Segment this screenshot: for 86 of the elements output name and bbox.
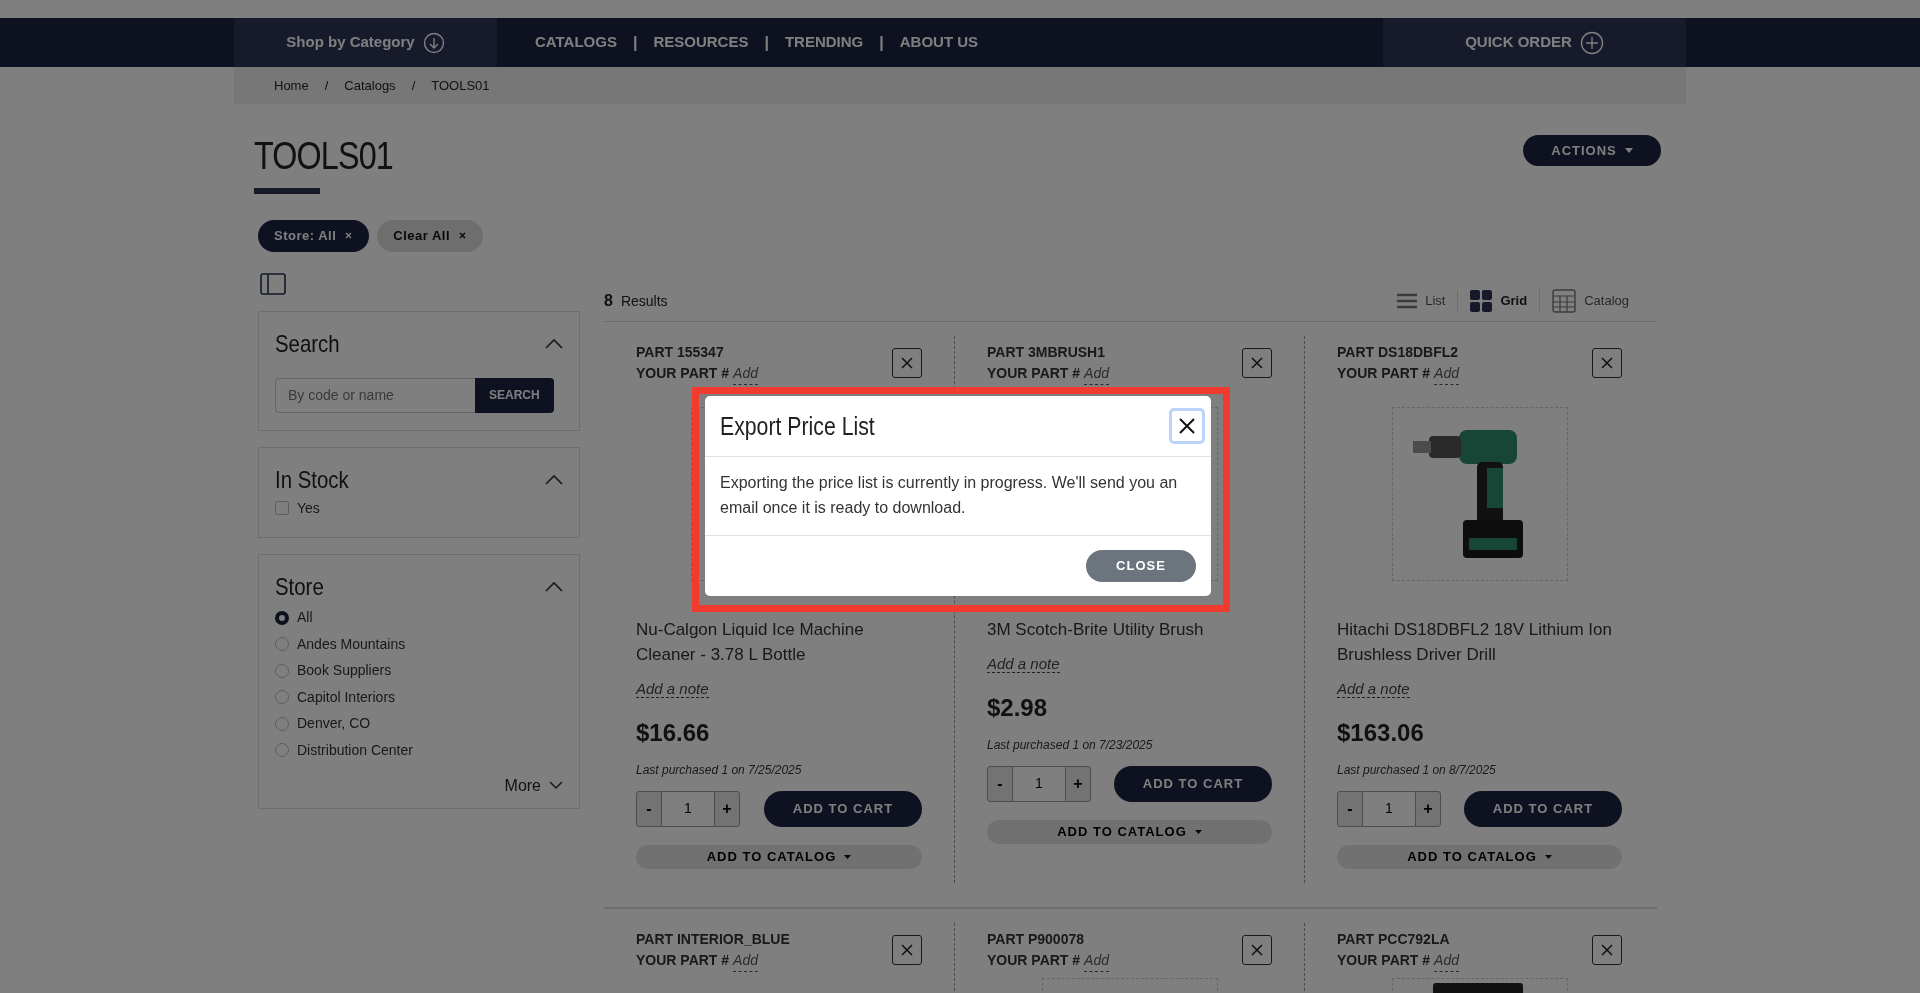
decrement-button[interactable]: - [987, 765, 1013, 802]
decrement-button[interactable]: - [636, 790, 662, 827]
part-number: PART 3MBRUSH1 [987, 342, 1106, 362]
add-to-cart-button[interactable]: ADD TO CART [764, 790, 922, 827]
category-menu[interactable]: Shop by Category [234, 18, 497, 67]
add-part-link[interactable]: Add [1084, 949, 1109, 972]
your-part-label: YOUR PART # [636, 363, 730, 383]
your-part-label: YOUR PART # [636, 950, 730, 970]
option-label: Denver, CO [297, 714, 371, 734]
results-label: Results [620, 291, 668, 311]
modal-message: Exporting the price list is currently in progress. We'll send you an email once it is ready to download. [705, 457, 1211, 536]
close-button[interactable]: CLOSE [1086, 550, 1196, 582]
part-number: PART INTERIOR_BLUE [636, 929, 790, 949]
option-label: Yes [297, 498, 320, 518]
last-purchased-text: Last purchased 1 on 7/25/2025 [636, 761, 803, 779]
breadcrumb-separator: / [324, 76, 329, 95]
increment-button[interactable]: + [1065, 765, 1091, 802]
part-number: PART DS18DBFL2 [1337, 342, 1459, 362]
add-to-cart-button[interactable]: ADD TO CART [1464, 790, 1622, 827]
option-label: All [297, 608, 313, 628]
actions-button[interactable]: ACTIONS [1523, 135, 1661, 166]
product-name[interactable]: 3M Scotch-Brite Utility Brush [987, 616, 1272, 642]
filter-chip[interactable]: Store: All [258, 219, 370, 252]
filter-title: In Stock [275, 464, 349, 495]
nav-link[interactable]: TRENDING [784, 31, 864, 54]
breadcrumb-link[interactable]: Catalogs [344, 75, 396, 96]
breadcrumb-link[interactable]: Home [274, 75, 309, 96]
add-to-catalog-button[interactable]: ADD TO CATALOG [987, 819, 1272, 844]
filter-title: Search [275, 328, 340, 359]
view-toggle[interactable]: List [1385, 291, 1458, 311]
breadcrumb-link[interactable]: TOOLS01 [431, 75, 490, 96]
quantity-field[interactable]: 1 [662, 790, 714, 827]
decrement-button[interactable]: - [1337, 790, 1363, 827]
product-name[interactable]: Nu-Calgon Liquid Ice Machine Cleaner - 3.78 L Bottle [636, 616, 922, 667]
your-part-label: YOUR PART # [1337, 950, 1431, 970]
increment-button[interactable]: + [1415, 790, 1441, 827]
filter-chip[interactable]: Clear All [377, 219, 484, 252]
add-part-link[interactable]: Add [733, 949, 758, 972]
nav-link[interactable]: CATALOGS [535, 31, 617, 54]
view-toggle[interactable]: Catalog [1539, 289, 1641, 314]
option-label: Distribution Center [297, 740, 413, 760]
part-number: PART 155347 [636, 342, 725, 362]
add-note-link[interactable]: Add a note [636, 679, 709, 698]
quantity-field[interactable]: 1 [1013, 765, 1065, 802]
product-name[interactable]: Hitachi DS18DBFL2 18V Lithium Ion Brushless Driver Drill [1337, 616, 1622, 667]
option-label: Capitol Interiors [297, 687, 396, 707]
nav-separator: | [879, 32, 884, 53]
nav-link[interactable]: RESOURCES [653, 31, 749, 54]
product-price: $2.98 [987, 692, 1049, 723]
category-label: Shop by Category [286, 32, 415, 53]
add-part-link[interactable]: Add [1434, 362, 1459, 385]
option-label: Andes Mountains [297, 634, 406, 654]
view-toggle[interactable]: Grid [1457, 290, 1540, 313]
breadcrumb-separator: / [411, 76, 416, 95]
last-purchased-text: Last purchased 1 on 8/7/2025 [1337, 761, 1497, 779]
part-number: PART P900078 [987, 929, 1085, 949]
increment-button[interactable]: + [714, 790, 740, 827]
add-part-link[interactable]: Add [733, 362, 758, 385]
nav-separator: | [632, 32, 638, 53]
your-part-label: YOUR PART # [987, 950, 1081, 970]
nav-link[interactable]: ABOUT US [899, 31, 979, 54]
modal-title: Export Price List [720, 411, 875, 441]
results-count: 8 [604, 291, 613, 312]
add-to-catalog-button[interactable]: ADD TO CATALOG [1337, 844, 1622, 869]
search-button[interactable]: SEARCH [475, 377, 554, 413]
add-to-cart-button[interactable]: ADD TO CART [1114, 765, 1272, 802]
add-to-catalog-button[interactable]: ADD TO CATALOG [636, 844, 922, 869]
add-note-link[interactable]: Add a note [987, 654, 1060, 673]
part-number: PART PCC792LA [1337, 929, 1451, 949]
product-price: $163.06 [1337, 717, 1425, 748]
search-field[interactable]: By code or name [275, 377, 475, 413]
nav-separator: | [764, 32, 769, 53]
quick-order-button[interactable]: QUICK ORDER [1383, 18, 1686, 67]
add-note-link[interactable]: Add a note [1337, 679, 1410, 698]
add-part-link[interactable]: Add [1434, 949, 1459, 972]
more-link[interactable]: More [504, 773, 563, 798]
last-purchased-text: Last purchased 1 on 7/23/2025 [987, 736, 1154, 754]
your-part-label: YOUR PART # [1337, 363, 1431, 383]
quantity-field[interactable]: 1 [1363, 790, 1415, 827]
add-part-link[interactable]: Add [1084, 362, 1109, 385]
your-part-label: YOUR PART # [987, 363, 1081, 383]
quick-order-label: QUICK ORDER [1465, 32, 1572, 53]
product-price: $16.66 [636, 717, 711, 748]
filter-title: Store [275, 571, 324, 602]
page-title: TOOLS01 [254, 134, 393, 179]
option-label: Book Suppliers [297, 661, 392, 681]
